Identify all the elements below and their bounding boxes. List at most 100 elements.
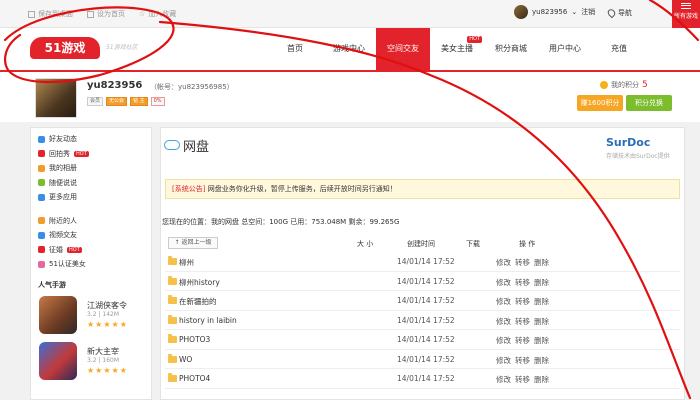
nav-points-mall[interactable]: 积分商城 xyxy=(484,28,538,70)
table-row[interactable]: PHOTO4 14/01/14 17:52 修改 转移 删除 xyxy=(165,369,680,389)
file-name[interactable]: history in laibin xyxy=(179,316,237,325)
edit-link[interactable]: 修改 xyxy=(496,277,511,288)
sidebar-item-verified-beauty[interactable]: 51认证美女 xyxy=(31,257,151,272)
file-date: 14/01/14 17:52 xyxy=(397,335,455,344)
nav-home[interactable]: 首页 xyxy=(268,28,322,70)
level-badge[interactable]: 铭 主 xyxy=(130,97,148,106)
delete-link[interactable]: 删除 xyxy=(534,374,549,385)
sidebar-item-label: 更多应用 xyxy=(49,193,77,202)
add-favorite-link[interactable]: ☆ 加入收藏 xyxy=(139,9,176,19)
game-item[interactable]: 新大主宰 3.2 | 160M ★★★★★ xyxy=(31,338,151,384)
status-badge[interactable]: 会员 xyxy=(87,97,104,106)
move-link[interactable]: 转移 xyxy=(515,316,530,327)
delete-link[interactable]: 删除 xyxy=(534,335,549,346)
hot-badge: HOT xyxy=(67,246,82,253)
edit-link[interactable]: 修改 xyxy=(496,355,511,366)
move-link[interactable]: 转移 xyxy=(515,355,530,366)
edit-link[interactable]: 修改 xyxy=(496,335,511,346)
edit-link[interactable]: 修改 xyxy=(496,296,511,307)
chevron-down-icon[interactable]: ⌄ xyxy=(571,8,577,16)
delete-link[interactable]: 删除 xyxy=(534,355,549,366)
edit-link[interactable]: 修改 xyxy=(496,316,511,327)
table-row[interactable]: 柳州history 14/01/14 17:52 修改 转移 删除 xyxy=(165,272,680,291)
nav-label: 空间交友 xyxy=(387,44,419,53)
all-games-label: 所有游戏 xyxy=(673,13,698,20)
file-name[interactable]: PHOTO4 xyxy=(179,374,210,383)
move-link[interactable]: 转移 xyxy=(515,296,530,307)
nav-social[interactable]: 空间交友 xyxy=(376,28,430,70)
sidebar-item-photo-show[interactable]: 回拍秀 HOT xyxy=(31,147,151,162)
nearby-icon xyxy=(38,217,45,225)
sidebar-item-label: 好友动态 xyxy=(49,135,77,144)
set-homepage-link[interactable]: 设为首页 xyxy=(87,9,125,19)
nav-game-center[interactable]: 游戏中心 xyxy=(322,28,376,70)
delete-link[interactable]: 删除 xyxy=(534,296,549,307)
nav-label: 积分商城 xyxy=(495,44,527,53)
edit-link[interactable]: 修改 xyxy=(496,374,511,385)
location-pin-icon xyxy=(606,7,617,19)
move-link[interactable]: 转移 xyxy=(515,374,530,385)
delete-link[interactable]: 删除 xyxy=(534,257,549,268)
guild-badge[interactable]: 无公会 xyxy=(106,97,128,106)
sidebar-item-video-dating[interactable]: 视频交友 xyxy=(31,228,151,243)
save-desktop-link[interactable]: 保存到桌面 xyxy=(28,9,73,19)
game-thumbnail[interactable] xyxy=(39,341,77,380)
table-row[interactable]: history in laibin 14/01/14 17:52 修改 转移 删除 xyxy=(165,311,680,330)
sidebar-item-album[interactable]: 我的相册 xyxy=(31,161,151,176)
navigation-link[interactable]: 导航 xyxy=(606,7,632,19)
header: 51游戏 51游戏社区 首页 游戏中心 空间交友 美女主播 HOT 积分商城 用户… xyxy=(0,28,700,72)
folder-icon xyxy=(168,295,177,304)
row-actions: 修改 转移 删除 xyxy=(496,257,549,268)
sidebar-item-label: 我的相册 xyxy=(49,164,77,173)
table-row[interactable]: 柳州 14/01/14 17:52 修改 转移 删除 xyxy=(165,252,680,272)
edit-link[interactable]: 修改 xyxy=(496,257,511,268)
nav-recharge[interactable]: 充值 xyxy=(592,28,646,70)
game-thumbnail[interactable] xyxy=(39,295,77,334)
top-links: 保存到桌面 设为首页 ☆ 加入收藏 xyxy=(28,9,176,19)
file-name[interactable]: PHOTO3 xyxy=(179,335,210,344)
file-name[interactable]: 柳州history xyxy=(179,277,220,288)
redeem-points-button[interactable]: 积分兑换 xyxy=(626,95,672,111)
surdoc-logo[interactable]: SurDoc xyxy=(606,136,650,149)
logout-link[interactable]: 注销 xyxy=(581,7,595,17)
site-logo[interactable]: 51游戏 xyxy=(30,37,100,59)
avatar[interactable] xyxy=(514,5,528,19)
sidebar-item-talk[interactable]: 随便说说 xyxy=(31,176,151,191)
column-size[interactable]: 大 小 xyxy=(357,239,373,249)
profile-avatar[interactable] xyxy=(35,78,77,118)
file-date: 14/01/14 17:52 xyxy=(397,257,455,266)
game-name[interactable]: 江湖侠客令 xyxy=(87,300,127,311)
game-item[interactable]: 江湖侠客令 3.2 | 142M ★★★★★ xyxy=(31,292,151,338)
move-link[interactable]: 转移 xyxy=(515,335,530,346)
nav-user-center[interactable]: 用户中心 xyxy=(538,28,592,70)
username[interactable]: yu823956 xyxy=(532,8,567,16)
file-name[interactable]: 柳州 xyxy=(179,257,194,268)
my-points: 我的积分 5 xyxy=(600,80,648,90)
move-link[interactable]: 转移 xyxy=(515,257,530,268)
earn-points-button[interactable]: 赚1600积分 xyxy=(577,95,623,111)
all-games-button[interactable]: 所有游戏 xyxy=(672,0,700,28)
sidebar-item-friend-feed[interactable]: 好友动态 xyxy=(31,132,151,147)
sidebar-item-more-apps[interactable]: 更多应用 xyxy=(31,190,151,205)
column-action: 操 作 xyxy=(519,240,536,248)
column-created[interactable]: 创建时间 xyxy=(407,239,435,249)
back-button[interactable]: ↑ 返回上一级 xyxy=(168,237,218,249)
file-name[interactable]: WO xyxy=(179,355,192,364)
nav-label: 用户中心 xyxy=(549,44,581,53)
sidebar-item-nearby[interactable]: 附近的人 xyxy=(31,214,151,229)
move-link[interactable]: 转移 xyxy=(515,277,530,288)
surdoc-subtitle: 存储技术由SurDoc提供 xyxy=(606,153,670,160)
table-row[interactable]: 在新疆拍的 14/01/14 17:52 修改 转移 删除 xyxy=(165,291,680,311)
folder-icon xyxy=(168,275,177,285)
delete-link[interactable]: 删除 xyxy=(534,277,549,288)
game-name[interactable]: 新大主宰 xyxy=(87,346,119,357)
table-row[interactable]: PHOTO3 14/01/14 17:52 修改 转移 删除 xyxy=(165,330,680,350)
points-label: 我的积分 xyxy=(611,81,639,89)
profile-strip: yu823956 （帐号：yu823956985） 会员 无公会 铭 主 0% … xyxy=(0,72,700,122)
column-download: 下载 xyxy=(466,240,480,248)
delete-link[interactable]: 删除 xyxy=(534,316,549,327)
file-name[interactable]: 在新疆拍的 xyxy=(179,296,217,307)
nav-streamers[interactable]: 美女主播 HOT xyxy=(430,28,484,70)
sidebar-item-matchmaking[interactable]: 征婚 HOT xyxy=(31,243,151,258)
table-row[interactable]: WO 14/01/14 17:52 修改 转移 删除 xyxy=(165,350,680,369)
